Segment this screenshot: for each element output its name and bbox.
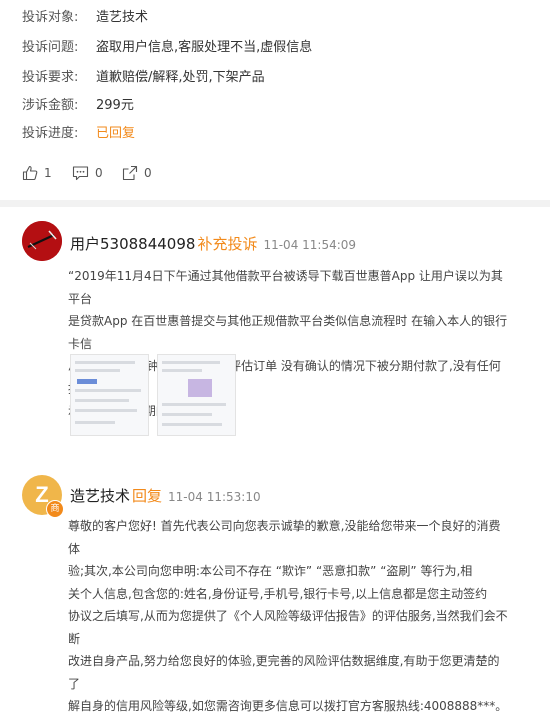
user-avatar-icon: [22, 221, 62, 261]
info-value: 盗取用户信息,客服处理不当,虚假信息: [96, 40, 313, 55]
thumb-bar: [75, 399, 129, 402]
post-header: 造艺技术 回复 11-04 11:53:10: [70, 485, 261, 506]
info-label: 投诉对象:: [22, 10, 79, 25]
thumb-bar: [75, 389, 141, 392]
text-line: 是贷款App 在百世惠普提交与其他正规借款平台类似信息流程时 在输入本人的银行卡…: [68, 314, 508, 351]
comment-button[interactable]: 0: [72, 165, 103, 181]
thumb-bar: [75, 369, 120, 372]
complaint-page: 投诉对象: 造艺技术 投诉问题: 盗取用户信息,客服处理不当,虚假信息 投诉要求…: [0, 0, 550, 713]
text-line: 解自身的信用风险等级,如您需咨询更多信息可以拨打官方客服热线:4008888**…: [68, 699, 508, 713]
post-timestamp: 11-04 11:53:10: [168, 490, 261, 504]
comment-icon: [72, 165, 89, 181]
text-line: 关个人信息,包含您的:姓名,身份证号,手机号,银行卡号,以上信息都是您主动签约: [68, 586, 488, 601]
text-line: 改进自身产品,努力给您良好的体验,更完善的风险评估数据维度,有助于您更清楚的了: [68, 654, 500, 691]
attachment-thumbnail[interactable]: [157, 354, 236, 436]
thumb-image: [188, 379, 212, 397]
status-badge: 已回复: [96, 126, 136, 141]
share-count: 0: [144, 166, 152, 180]
username-link[interactable]: 用户5308844098: [70, 235, 195, 253]
thumb-bar: [162, 423, 222, 426]
thumb-bar: [162, 369, 202, 372]
share-button[interactable]: 0: [122, 165, 152, 181]
post-type-label: 回复: [132, 487, 163, 505]
username-link[interactable]: 造艺技术: [70, 487, 130, 505]
post-header: 用户5308844098 补充投诉 11-04 11:54:09: [70, 233, 356, 254]
post-timestamp: 11-04 11:54:09: [263, 238, 357, 252]
info-label: 涉诉金额:: [22, 98, 79, 113]
thumb-button: [77, 379, 97, 384]
info-label: 投诉进度:: [22, 126, 79, 141]
thumb-bar: [75, 361, 135, 364]
avatar[interactable]: Z 商: [22, 475, 64, 518]
thumb-bar: [75, 421, 115, 424]
text-line: 验;其次,本公司向您申明:本公司不存在 “欺诈” “恶意扣款” “盗刷” 等行为…: [68, 564, 473, 578]
share-icon: [122, 165, 138, 181]
thumb-bar: [162, 413, 212, 416]
merchant-badge: 商: [46, 500, 64, 518]
post-type-label: 补充投诉: [197, 235, 258, 253]
like-count: 1: [44, 166, 52, 180]
text-line: “2019年11月4日下午通过其他借款平台被诱导下载百世惠普App 让用户误以为…: [68, 269, 503, 306]
info-label: 投诉问题:: [22, 40, 79, 55]
attachment-thumbnail[interactable]: [70, 354, 149, 436]
section-divider: [0, 200, 550, 207]
info-value: 道歉赔偿/解释,处罚,下架产品: [96, 70, 265, 85]
complaint-target-link[interactable]: 造艺技术: [96, 6, 148, 25]
text-line: 协议之后填写,从而为您提供了《个人风险等级评估报告》的评估服务,当然我们会不断: [68, 609, 508, 646]
thumb-bar: [75, 409, 137, 412]
info-label: 投诉要求:: [22, 70, 79, 85]
info-value: 299元: [96, 98, 134, 113]
thumb-bar: [162, 361, 220, 364]
avatar[interactable]: [22, 221, 62, 261]
comment-count: 0: [95, 166, 103, 180]
post-content: 尊敬的客户您好! 首先代表公司向您表示诚挚的歉意,没能给您带来一个良好的消费体 …: [68, 515, 508, 718]
thumbs-up-icon: [22, 165, 38, 181]
thumb-bar: [162, 403, 226, 406]
like-button[interactable]: 1: [22, 165, 52, 181]
text-line: 尊敬的客户您好! 首先代表公司向您表示诚挚的歉意,没能给您带来一个良好的消费体: [68, 519, 501, 556]
